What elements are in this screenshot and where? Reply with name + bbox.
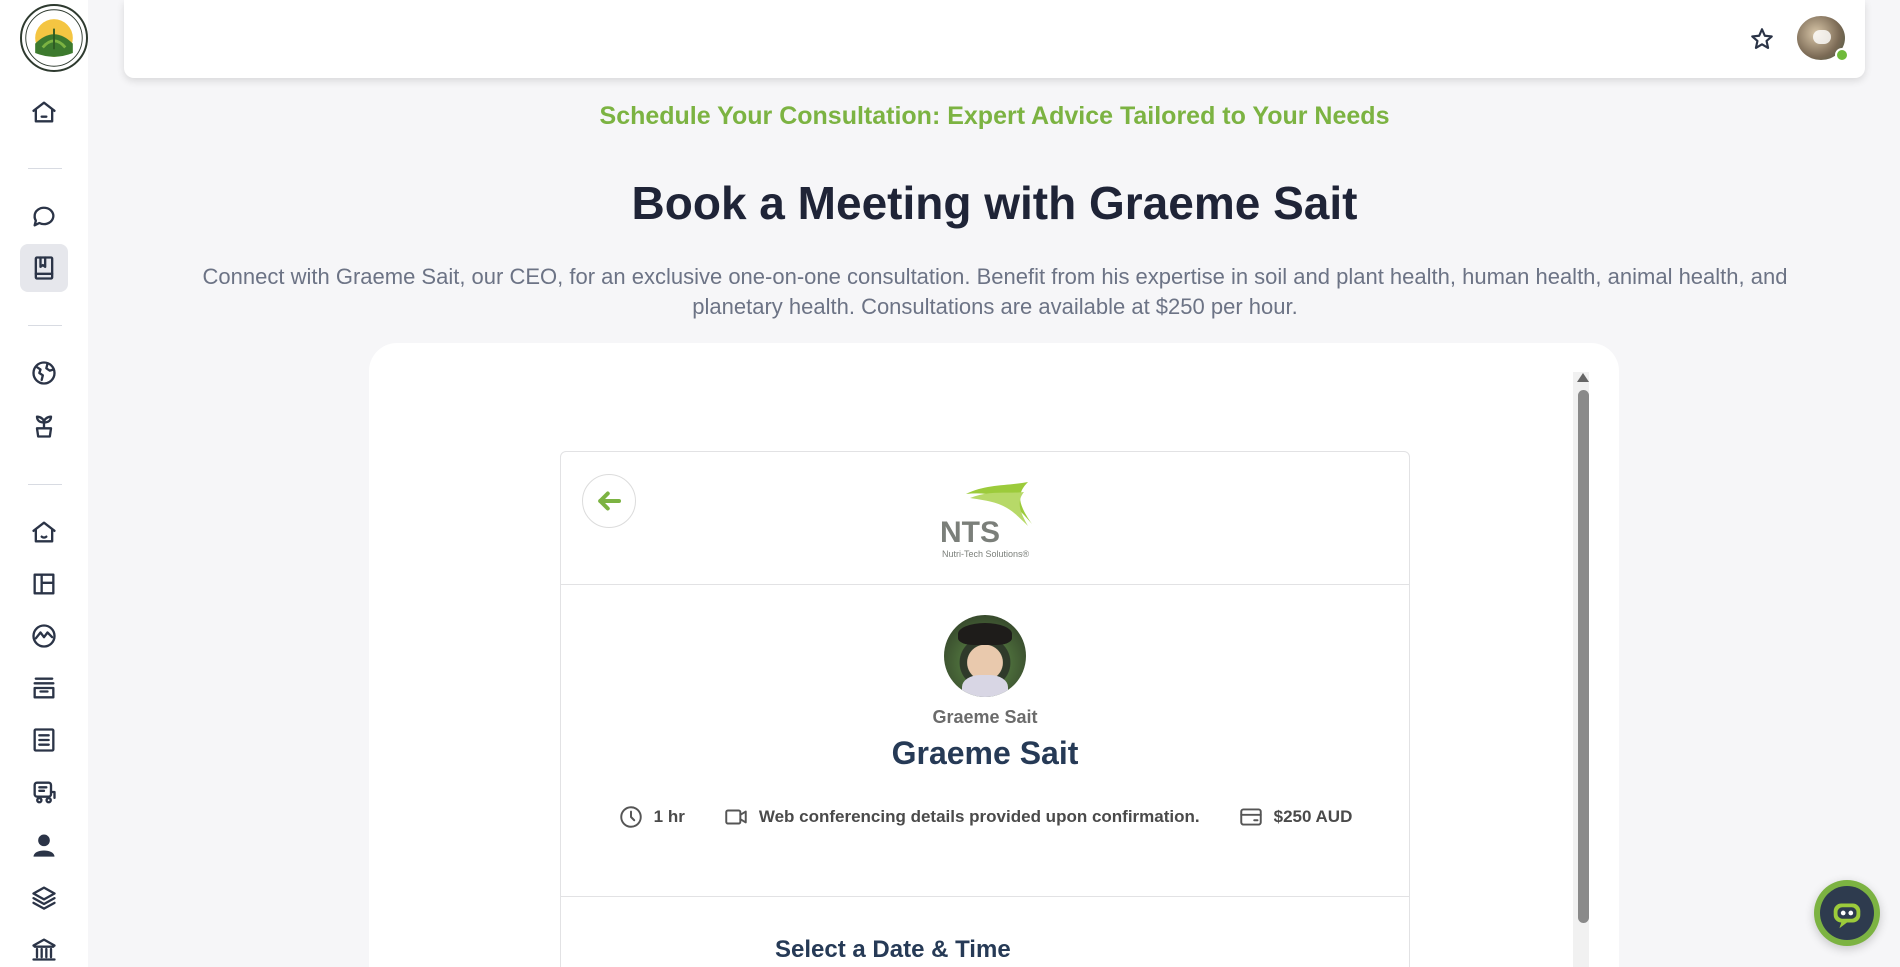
analytics-icon[interactable] — [20, 612, 68, 660]
host-avatar — [944, 615, 1026, 697]
conferencing-text: Web conferencing details provided upon c… — [758, 807, 1200, 826]
page-title: Book a Meeting with Graeme Sait — [631, 177, 1358, 229]
conferencing-detail: Web conferencing details provided upon c… — [723, 804, 1200, 830]
online-status-indicator — [1835, 48, 1849, 62]
page-description: Connect with Graeme Sait, our CEO, for a… — [202, 264, 1788, 319]
nts-grow-logo[interactable] — [20, 4, 88, 72]
meeting-details: 1 hr Web conferencing details provided u… — [561, 804, 1409, 830]
duration-text: 1 hr — [653, 807, 685, 826]
clock-icon — [619, 806, 642, 828]
host-name: Graeme Sait — [891, 735, 1079, 771]
avatar-chat-bubble — [1813, 30, 1831, 44]
credit-card-icon — [1239, 808, 1262, 826]
scrollbar-thumb[interactable] — [1578, 390, 1589, 923]
book-icon[interactable] — [20, 244, 68, 292]
delivery-truck-icon[interactable] — [20, 768, 68, 816]
sidebar-divider — [28, 484, 62, 485]
back-button[interactable] — [582, 474, 636, 528]
duration-detail: 1 hr — [618, 804, 685, 830]
sidebar-divider — [28, 168, 62, 169]
chat-icon[interactable] — [20, 192, 68, 240]
sidebar-divider — [28, 325, 62, 326]
layers-icon[interactable] — [20, 873, 68, 921]
nts-logo-text: NTS — [940, 516, 1000, 549]
arrow-left-icon — [598, 491, 621, 511]
host-avatar-hat — [958, 623, 1012, 645]
nts-company-logo: NTS Nutri-Tech Solutions® — [936, 480, 1046, 562]
page-tagline: Schedule Your Consultation: Expert Advic… — [599, 102, 1390, 130]
sidebar — [0, 0, 88, 967]
chatbot-button[interactable] — [1814, 880, 1880, 946]
widget-divider — [561, 896, 1409, 897]
price-detail: $250 AUD — [1238, 804, 1353, 830]
price-text: $250 AUD — [1273, 807, 1353, 826]
scroll-up-arrow-icon[interactable] — [1577, 373, 1589, 382]
farm-home-icon[interactable] — [20, 508, 68, 556]
plant-icon[interactable] — [20, 402, 68, 450]
globe-icon[interactable] — [20, 349, 68, 397]
bank-icon[interactable] — [20, 925, 68, 967]
user-icon[interactable] — [20, 821, 68, 869]
select-date-time-heading: Select a Date & Time — [775, 936, 1011, 963]
video-camera-icon — [725, 809, 747, 825]
robot-icon — [1833, 903, 1861, 929]
host-label: Graeme Sait — [932, 707, 1038, 727]
star-icon[interactable] — [1747, 24, 1777, 54]
user-avatar[interactable] — [1797, 16, 1849, 62]
widget-header: NTS Nutri-Tech Solutions® — [561, 452, 1409, 585]
dashboard-layout-icon[interactable] — [20, 560, 68, 608]
top-bar — [124, 0, 1865, 78]
document-list-icon[interactable] — [20, 716, 68, 764]
archive-icon[interactable] — [20, 664, 68, 712]
host-avatar-shirt — [962, 675, 1008, 697]
scheduling-widget: NTS Nutri-Tech Solutions® Graeme Sait Gr… — [560, 451, 1410, 967]
home-icon[interactable] — [20, 88, 68, 136]
chatbot-inner — [1820, 886, 1874, 940]
nts-logo-subtext: Nutri-Tech Solutions® — [942, 549, 1030, 559]
